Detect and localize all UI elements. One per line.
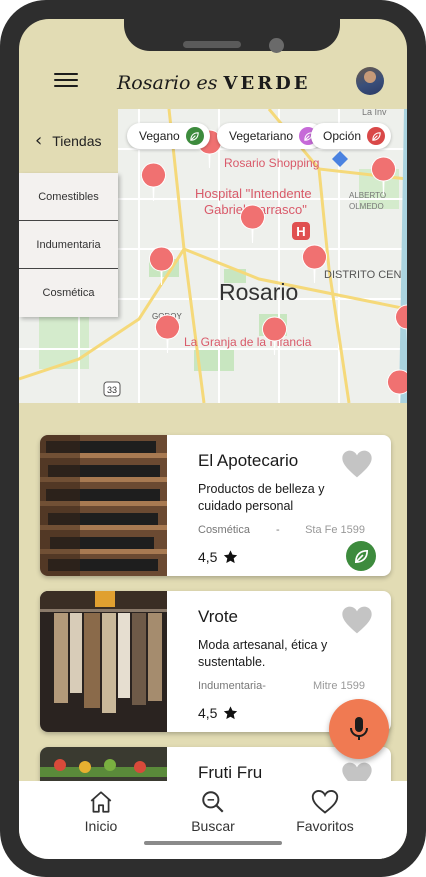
leaf-icon (354, 549, 368, 563)
favorite-heart-icon[interactable] (341, 449, 373, 479)
leaf-icon (185, 127, 204, 145)
nav-label: Inicio (84, 818, 118, 834)
search-icon (202, 791, 224, 813)
store-rating: 4,5 (198, 549, 239, 565)
store-description: Moda artesanal, ética y sustentable. (198, 638, 328, 669)
store-image (40, 591, 167, 732)
store-address: Mitre 1599 (313, 680, 365, 692)
route-number: 33 (107, 385, 117, 395)
store-name: Vrote (198, 607, 239, 626)
filter-label: Vegetariano (229, 129, 294, 143)
heart-icon (311, 789, 339, 814)
place-label: OLMEDO (349, 202, 384, 211)
store-pin-icon (240, 204, 265, 244)
store-address: Sta Fe 1599 (305, 524, 365, 536)
phone-frame: Rosario es VERDE 33 Rosario Shopping Hos… (0, 0, 426, 877)
home-indicator (144, 841, 282, 845)
filter-chip-vegano[interactable]: Vegano (127, 123, 210, 149)
nav-label: Buscar (191, 818, 235, 834)
city-label: Rosario (219, 279, 298, 305)
store-category: Indumentaria- (198, 680, 266, 692)
store-name: Fruti Fru (198, 763, 263, 782)
svg-text:H: H (296, 224, 305, 239)
brand-script: Rosario es (117, 72, 218, 94)
sidebar-item-cosmetica[interactable]: Cosmética (19, 269, 118, 317)
park-area (39, 309, 89, 369)
place-label: ALBERTO (349, 191, 386, 200)
store-category: Cosmética (198, 524, 250, 536)
app-header: Rosario es VERDE (19, 59, 407, 109)
sidebar-item-comestibles[interactable]: Comestibles (19, 173, 118, 221)
store-rating: 4,5 (198, 705, 239, 721)
brand-bold: VERDE (223, 73, 311, 94)
sidebar-title: Tiendas (52, 133, 102, 149)
voice-search-button[interactable] (329, 699, 389, 759)
category-list: Comestibles Indumentaria Cosmética (19, 173, 118, 317)
filter-chip-opcion[interactable]: Opción (311, 123, 392, 149)
rating-value: 4,5 (198, 705, 218, 721)
store-card[interactable]: El Apotecario Productos de belleza y cui… (40, 435, 391, 576)
nav-label: Favoritos (296, 818, 354, 834)
favorite-heart-icon[interactable] (341, 605, 373, 635)
hamburger-menu-icon[interactable] (54, 69, 78, 91)
front-camera (269, 38, 284, 53)
rating-value: 4,5 (198, 549, 218, 565)
app-logo: Rosario es VERDE (117, 72, 311, 94)
bottom-navigation: Inicio Buscar Favoritos (19, 781, 407, 859)
home-icon (90, 791, 112, 813)
leaf-icon (367, 127, 386, 145)
sidebar-back-button[interactable]: ‹ Tiendas (19, 109, 118, 173)
star-icon (224, 706, 238, 720)
shopping-icon (332, 151, 348, 167)
nav-favoritos[interactable]: Favoritos (275, 789, 375, 834)
filter-label: Opción (323, 129, 362, 143)
store-name: El Apotecario (198, 451, 299, 470)
speaker (183, 41, 241, 48)
filter-label: Vegano (139, 129, 180, 143)
place-label: La Inv (362, 109, 387, 117)
microphone-icon (350, 717, 368, 740)
star-icon (224, 550, 238, 564)
nav-buscar[interactable]: Buscar (163, 789, 263, 834)
place-label: Hospital "Intendente (195, 186, 312, 201)
store-pin-icon (302, 244, 327, 284)
store-pin-icon (141, 162, 166, 202)
vegan-badge (346, 541, 376, 571)
store-pin-icon (155, 314, 180, 354)
place-label: DISTRITO CEN (324, 269, 401, 281)
filter-chip-vegetariano[interactable]: Vegetariano (217, 123, 324, 149)
place-label: La Granja de la Infancia (184, 335, 312, 349)
sidebar-item-indumentaria[interactable]: Indumentaria (19, 221, 118, 269)
store-image (40, 435, 167, 576)
nav-inicio[interactable]: Inicio (51, 789, 151, 834)
avatar[interactable] (356, 67, 384, 95)
place-label: Rosario Shopping (224, 156, 319, 170)
store-pin-icon (149, 246, 174, 286)
store-description: Productos de belleza y cuidado personal (198, 482, 325, 513)
store-separator: - (276, 524, 280, 536)
river (399, 109, 407, 403)
screen: Rosario es VERDE 33 Rosario Shopping Hos… (19, 19, 407, 859)
chevron-left-icon: ‹ (35, 130, 43, 151)
